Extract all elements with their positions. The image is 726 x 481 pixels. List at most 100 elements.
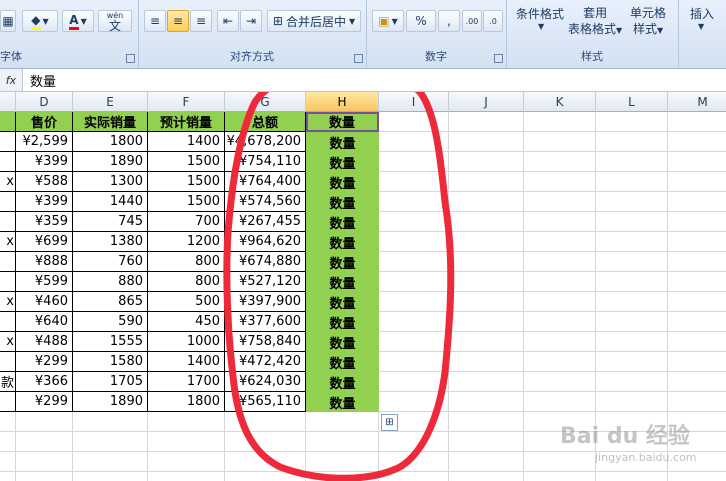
cell-total[interactable]: ¥754,110 (225, 152, 306, 172)
cell-price[interactable]: ¥359 (16, 212, 73, 232)
merge-center-button[interactable]: ⊞ 合并后居中 ▼ (267, 10, 361, 32)
cell-actual-sales[interactable]: 1300 (73, 172, 148, 192)
cell-expected-sales[interactable]: 1500 (148, 172, 225, 192)
cell-quantity[interactable]: 数量 (306, 152, 379, 172)
cell-expected-sales[interactable]: 1400 (148, 132, 225, 152)
cell-actual-sales[interactable]: 590 (73, 312, 148, 332)
cell-c[interactable] (0, 272, 16, 292)
cell-c[interactable] (0, 392, 16, 412)
align-right-button[interactable]: ≡ (190, 10, 212, 32)
cell-quantity[interactable]: 数量 (306, 352, 379, 372)
cell-total[interactable]: ¥4,678,200 (225, 132, 306, 152)
cell-total[interactable]: ¥472,420 (225, 352, 306, 372)
cell-price[interactable]: ¥888 (16, 252, 73, 272)
column-header-k[interactable]: K (524, 92, 596, 112)
cell-total[interactable]: ¥674,880 (225, 252, 306, 272)
cell-expected-sales[interactable]: 1800 (148, 392, 225, 412)
cell-price[interactable]: ¥699 (16, 232, 73, 252)
column-header-j[interactable]: J (449, 92, 524, 112)
align-center-button[interactable]: ≡ (167, 10, 189, 32)
cell-total[interactable]: ¥565,110 (225, 392, 306, 412)
column-header-i[interactable]: I (379, 92, 449, 112)
cell-expected-sales[interactable]: 1200 (148, 232, 225, 252)
cell-c[interactable] (0, 152, 16, 172)
cell-c[interactable]: x (0, 292, 16, 312)
column-header-l[interactable]: L (596, 92, 668, 112)
cell-actual-sales[interactable]: 865 (73, 292, 148, 312)
cell-total[interactable]: ¥964,620 (225, 232, 306, 252)
cell-total[interactable]: ¥574,560 (225, 192, 306, 212)
cell-actual-sales[interactable]: 1800 (73, 132, 148, 152)
cell-actual-sales[interactable]: 745 (73, 212, 148, 232)
cell-total[interactable]: ¥397,900 (225, 292, 306, 312)
cell-c[interactable] (0, 252, 16, 272)
cell-expected-sales[interactable]: 450 (148, 312, 225, 332)
cell-price[interactable]: ¥299 (16, 392, 73, 412)
header-cell-d[interactable]: 售价 (16, 112, 73, 132)
cell-expected-sales[interactable]: 800 (148, 272, 225, 292)
cell-total[interactable]: ¥377,600 (225, 312, 306, 332)
increase-decimal-button[interactable]: .00 (462, 10, 482, 32)
cell-c[interactable] (0, 192, 16, 212)
decrease-indent-button[interactable]: ⇤ (217, 10, 239, 32)
font-dialog-launcher[interactable] (126, 54, 135, 63)
cell-c[interactable] (0, 132, 16, 152)
header-cell-e[interactable]: 实际销量 (73, 112, 148, 132)
cell-actual-sales[interactable]: 1440 (73, 192, 148, 212)
formula-input[interactable]: 数量 (30, 71, 56, 90)
cell-quantity[interactable]: 数量 (306, 132, 379, 152)
percent-button[interactable]: % (406, 10, 436, 32)
cell-actual-sales[interactable]: 760 (73, 252, 148, 272)
cell-price[interactable]: ¥460 (16, 292, 73, 312)
cell-quantity[interactable]: 数量 (306, 312, 379, 332)
decrease-decimal-button[interactable]: .0 (483, 10, 503, 32)
cell-quantity[interactable]: 数量 (306, 232, 379, 252)
cell-quantity[interactable]: 数量 (306, 192, 379, 212)
cell-total[interactable]: ¥527,120 (225, 272, 306, 292)
header-cell-c[interactable] (0, 112, 16, 132)
column-header-m[interactable]: M (668, 92, 726, 112)
align-left-button[interactable]: ≡ (144, 10, 166, 32)
worksheet[interactable]: DEFGHIJKLM 售价 实际销量 预计销量 总额 数量 ¥2,599 1800 1400 ¥… (0, 92, 726, 481)
column-header-g[interactable]: G (225, 92, 306, 112)
column-header-d[interactable]: D (16, 92, 73, 112)
cell-expected-sales[interactable]: 1400 (148, 352, 225, 372)
cell-c[interactable]: x (0, 172, 16, 192)
cell-total[interactable]: ¥267,455 (225, 212, 306, 232)
cell-total[interactable]: ¥764,400 (225, 172, 306, 192)
cell-c[interactable]: 款 (0, 372, 16, 392)
column-header-e[interactable]: E (73, 92, 148, 112)
increase-indent-button[interactable]: ⇥ (240, 10, 262, 32)
cell-expected-sales[interactable]: 700 (148, 212, 225, 232)
cell-expected-sales[interactable]: 1500 (148, 152, 225, 172)
cell-price[interactable]: ¥399 (16, 152, 73, 172)
header-cell-g[interactable]: 总额 (225, 112, 306, 132)
cell-quantity[interactable]: 数量 (306, 172, 379, 192)
cell-price[interactable]: ¥2,599 (16, 132, 73, 152)
cell-actual-sales[interactable]: 1890 (73, 152, 148, 172)
cell-quantity[interactable]: 数量 (306, 212, 379, 232)
phonetic-button[interactable]: wén 文 (98, 10, 132, 32)
cell-price[interactable]: ¥640 (16, 312, 73, 332)
cell-quantity[interactable]: 数量 (306, 252, 379, 272)
select-all-corner[interactable] (0, 92, 16, 112)
cell-actual-sales[interactable]: 1555 (73, 332, 148, 352)
cell-style-button[interactable]: 单元格 样式▼ (630, 5, 666, 39)
cell-expected-sales[interactable]: 800 (148, 252, 225, 272)
cell-c[interactable] (0, 352, 16, 372)
cell-expected-sales[interactable]: 500 (148, 292, 225, 312)
font-color-button[interactable]: A ▼ (62, 10, 94, 32)
auto-fill-options-icon[interactable]: ⊞ (381, 414, 398, 431)
insert-function-button[interactable]: fx (0, 69, 23, 91)
header-cell-f[interactable]: 预计销量 (148, 112, 225, 132)
insert-button[interactable]: 插入 (690, 5, 714, 22)
cell-total[interactable]: ¥758,840 (225, 332, 306, 352)
header-cell-h[interactable]: 数量 (306, 112, 379, 132)
cell-expected-sales[interactable]: 1500 (148, 192, 225, 212)
cell-price[interactable]: ¥366 (16, 372, 73, 392)
cell-actual-sales[interactable]: 1705 (73, 372, 148, 392)
align-dialog-launcher[interactable] (354, 54, 363, 63)
cell-total[interactable]: ¥624,030 (225, 372, 306, 392)
column-header-h[interactable]: H (306, 92, 379, 112)
cell-price[interactable]: ¥399 (16, 192, 73, 212)
